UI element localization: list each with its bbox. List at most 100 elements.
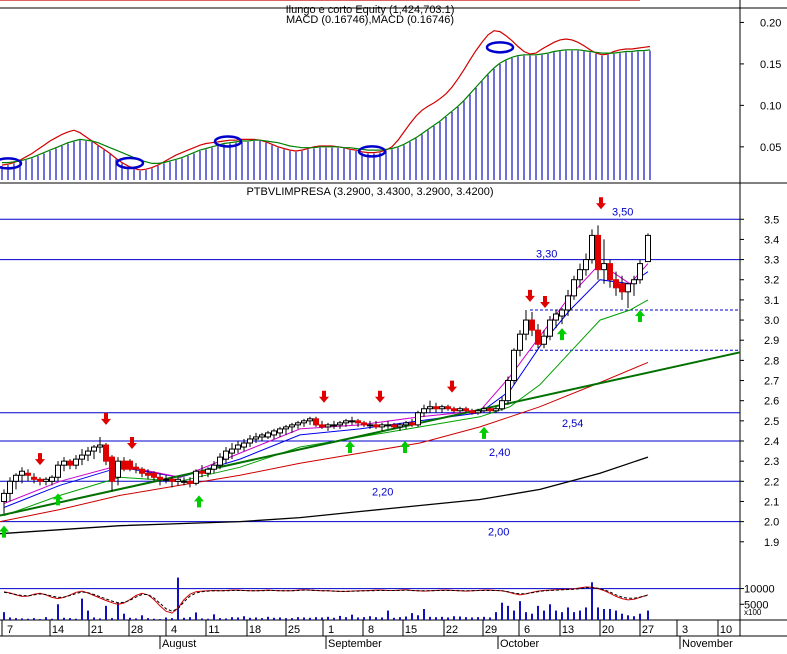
candle-up (343, 420, 349, 424)
candle-up (439, 406, 445, 410)
candle-down (313, 418, 319, 426)
candle-up (571, 279, 577, 297)
volume-bar (177, 577, 179, 620)
price-ytick-label: 3.3 (764, 255, 779, 267)
candle-up (55, 464, 61, 478)
volume-bar (351, 614, 353, 620)
volume-bar (519, 601, 521, 620)
candle-up (43, 478, 49, 482)
macd-ytick-label: 0.20 (760, 17, 781, 29)
candle-up (421, 408, 427, 414)
candle-down (595, 234, 601, 271)
candle-down (67, 460, 73, 466)
candle-up (301, 420, 307, 424)
volume-ytick-label: 5000 (744, 599, 768, 611)
candle-up (19, 470, 25, 476)
volume-bar (87, 610, 89, 620)
price-level-label: 2,00 (488, 527, 509, 539)
volume-bar (285, 618, 287, 620)
candle-up (481, 408, 487, 412)
volume-bar (249, 617, 251, 620)
x-axis-day-label: 18 (249, 624, 261, 636)
volume-bar (381, 617, 383, 620)
candle-up (415, 412, 421, 426)
candle-up (547, 319, 553, 337)
volume-bar (471, 617, 473, 620)
price-ytick-label: 3.2 (764, 275, 779, 287)
volume-bar (537, 605, 539, 620)
candle-up (583, 259, 589, 271)
candle-up (517, 333, 523, 351)
volume-bar (585, 607, 587, 620)
volume-bar (171, 618, 173, 620)
volume-bar (647, 610, 649, 620)
candle-up (223, 450, 229, 460)
candle-down (433, 406, 439, 410)
candle-up (175, 478, 181, 482)
volume-bar (21, 618, 23, 620)
candle-up (601, 263, 607, 271)
candle-up (49, 476, 55, 482)
candle-down (463, 408, 469, 412)
x-axis-month-label: October (500, 638, 539, 649)
candle-down (355, 420, 361, 424)
x-axis-day-label: 6 (524, 624, 530, 636)
candle-down (409, 422, 415, 426)
candle-up (637, 263, 643, 281)
candle-down (319, 424, 325, 428)
volume-bar (279, 617, 281, 620)
price-ytick-label: 2.8 (764, 355, 779, 367)
x-axis-day-label: 21 (91, 624, 103, 636)
volume-bar (225, 618, 227, 620)
candle-up (295, 422, 301, 426)
volume-bar (273, 617, 275, 620)
volume-bar (417, 615, 419, 620)
candle-up (97, 444, 103, 448)
price-level-label: 2,40 (489, 447, 510, 459)
x-axis-day-label: 13 (562, 624, 574, 636)
volume-bar (561, 612, 563, 620)
volume-ytick-label: 10000 (744, 584, 775, 596)
volume-bar (369, 616, 371, 620)
volume-bar (141, 615, 143, 620)
volume-bar (627, 615, 629, 620)
volume-bar (45, 617, 47, 620)
x-axis-month-label: November (682, 638, 733, 649)
price-ytick-label: 2.6 (764, 396, 779, 408)
volume-bar (213, 614, 215, 620)
volume-bar (483, 616, 485, 620)
candle-up (61, 460, 67, 466)
volume-bar (267, 616, 269, 620)
candle-up (505, 380, 511, 402)
candle-up (235, 444, 241, 450)
x-axis-day-label: 22 (446, 624, 458, 636)
volume-bar (189, 617, 191, 620)
volume-bar (639, 613, 641, 620)
chart-svg: Ilungo e corto Equity (1,424,703.1) MACD… (0, 0, 787, 650)
volume-bar (255, 617, 257, 620)
volume-bar (399, 617, 401, 620)
price-ytick-label: 3.4 (764, 234, 779, 246)
volume-bar (57, 604, 59, 620)
candle-up (307, 418, 313, 422)
price-ytick-label: 2.0 (764, 517, 779, 529)
candle-up (565, 295, 571, 311)
volume-bar (315, 617, 317, 620)
volume-bar (69, 618, 71, 620)
candle-up (589, 234, 595, 261)
price-ytick-label: 1.9 (764, 537, 779, 549)
volume-bar (513, 610, 515, 620)
candle-up (241, 442, 247, 448)
volume-bar (387, 610, 389, 620)
volume-bar (603, 609, 605, 620)
candle-up (499, 400, 505, 410)
x-axis-day-label: 14 (52, 624, 64, 636)
volume-bar (609, 609, 611, 620)
candle-down (487, 408, 493, 412)
x-axis-day-label: 10 (720, 624, 732, 636)
candle-down (535, 329, 541, 345)
candle-down (103, 444, 109, 462)
volume-bar (579, 610, 581, 620)
price-panel: PTBVLIMPRESA (3.2900, 3.4300, 3.2900, 3.… (246, 186, 493, 198)
volume-bar (81, 598, 83, 620)
